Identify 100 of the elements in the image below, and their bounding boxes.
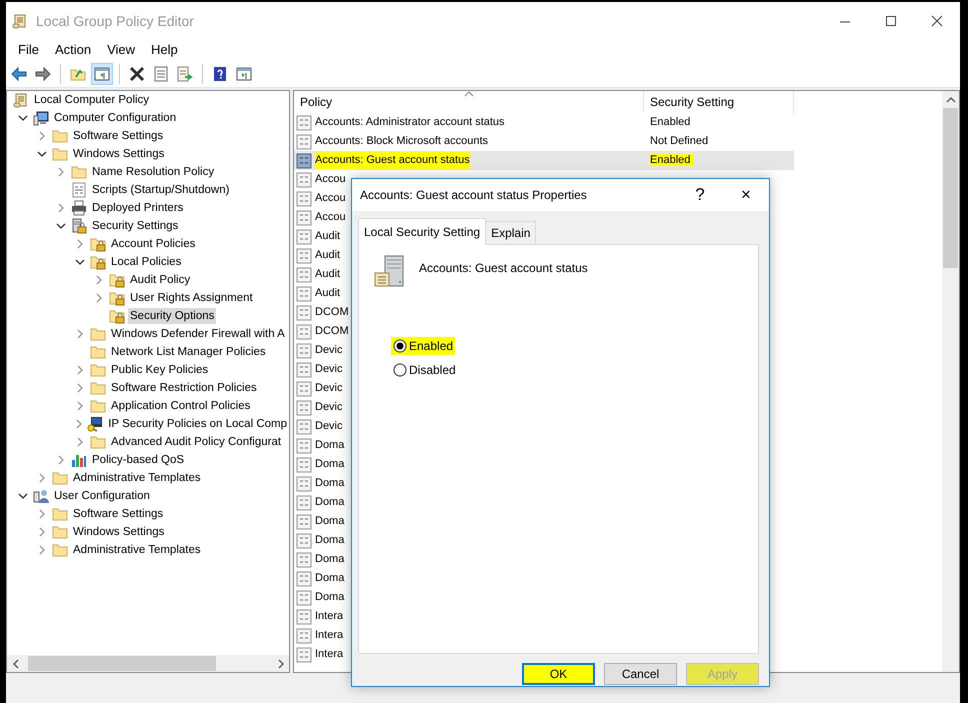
horizontal-scrollbar[interactable] — [7, 655, 289, 672]
policy-name: Intera — [315, 609, 344, 624]
policy-name: Doma — [315, 514, 344, 530]
policy-icon — [296, 152, 312, 168]
column-header[interactable]: Security Setting — [644, 91, 794, 113]
folder-icon — [90, 362, 106, 378]
properties-icon — [153, 66, 169, 82]
tree-item[interactable]: Advanced Audit Policy Configurat — [109, 434, 284, 450]
policy-icon — [296, 628, 312, 644]
policy-icon — [296, 324, 312, 340]
tree-item[interactable]: User Configuration — [52, 488, 152, 504]
show-action-pane-icon — [236, 66, 252, 82]
tree-item[interactable]: Account Policies — [109, 236, 198, 252]
policy-name: Devic — [315, 419, 343, 434]
policy-name: Doma — [315, 476, 344, 492]
tree-item[interactable]: IP Security Policies on Local Comp — [106, 416, 289, 432]
tree-item[interactable]: Windows Settings — [71, 146, 166, 162]
selected-row[interactable]: Accounts: Guest account status Enabled — [294, 151, 794, 170]
security-setting: Enabled — [650, 154, 694, 166]
tree-item[interactable]: Windows Defender Firewall with A — [109, 326, 287, 342]
scroll-left-icon[interactable] — [10, 658, 20, 670]
policy-name: Devic — [315, 381, 343, 396]
folder-lock-icon — [90, 236, 106, 252]
security-setting: Enabled — [650, 116, 692, 128]
tree-item[interactable]: Software Settings — [71, 128, 166, 144]
folder-icon — [90, 344, 106, 360]
delete-icon — [129, 66, 145, 82]
folder-icon — [90, 398, 106, 414]
dialog-button[interactable]: OK — [522, 663, 595, 685]
tree-item[interactable]: Software Settings — [71, 506, 166, 522]
tree-item[interactable]: Name Resolution Policy — [90, 164, 216, 180]
tree-item[interactable]: Policy-based QoS — [90, 452, 186, 468]
policy-name: Audit — [315, 229, 340, 244]
tab[interactable]: Local Security Setting — [358, 218, 486, 245]
folder-icon — [52, 146, 68, 162]
tree-item[interactable]: Local Computer Policy — [32, 92, 152, 108]
toolbar-button[interactable] — [91, 62, 113, 84]
column-header[interactable]: Policy — [294, 91, 644, 113]
policy-icon — [296, 608, 312, 624]
policy-icon — [296, 646, 312, 662]
user-computer-icon — [33, 488, 49, 504]
tree-item[interactable]: Windows Settings — [71, 524, 166, 540]
policy-icon — [296, 190, 312, 206]
radio-option[interactable]: Disabled — [391, 361, 458, 379]
close-icon[interactable] — [930, 14, 944, 28]
tree-item[interactable]: Local Policies — [109, 254, 184, 270]
dialog-title: Accounts: Guest account status Properties — [360, 187, 588, 204]
policy-name: Doma — [315, 495, 344, 510]
policy-icon — [296, 362, 312, 378]
tree-item[interactable]: Public Key Policies — [109, 362, 210, 378]
window-title: Local Group Policy Editor — [36, 12, 194, 31]
help-button[interactable]: ? — [677, 180, 723, 210]
tree-item[interactable]: Computer Configuration — [52, 110, 178, 126]
policy-icon — [296, 210, 312, 226]
tree-item[interactable]: Audit Policy — [128, 272, 192, 288]
policy-name: Doma — [315, 571, 344, 586]
policy-name: Doma — [315, 590, 344, 606]
vertical-scrollbar[interactable] — [942, 91, 959, 672]
help-icon — [212, 66, 228, 82]
tree-item[interactable]: Software Restriction Policies — [109, 380, 259, 396]
scroll-up-icon[interactable] — [944, 94, 956, 104]
folder-icon — [71, 164, 87, 180]
tree-item[interactable]: Network List Manager Policies — [109, 344, 268, 360]
scroll-icon — [12, 13, 28, 29]
tree-item[interactable]: User Rights Assignment — [128, 290, 255, 306]
policy-name: Audit — [315, 286, 340, 302]
tree-item[interactable]: Deployed Printers — [90, 200, 186, 216]
menu-item[interactable]: View — [99, 40, 144, 60]
menu-item[interactable]: File — [10, 40, 47, 60]
show-tree-icon — [94, 66, 110, 82]
policy-name: Accounts: Administrator account status — [315, 115, 505, 130]
folder-icon — [52, 524, 68, 540]
tree-item[interactable]: Scripts (Startup/Shutdown) — [90, 182, 232, 198]
tree-item[interactable]: Administrative Templates — [71, 542, 203, 558]
radio-option[interactable]: Enabled — [391, 337, 456, 355]
menu-item[interactable]: Action — [46, 40, 100, 60]
tree-item[interactable]: Administrative Templates — [71, 470, 203, 486]
policy-name: Audit — [315, 248, 340, 264]
dialog-button[interactable]: Cancel — [604, 663, 677, 685]
policy-name: Accounts: Block Microsoft accounts — [315, 134, 488, 150]
folder-icon — [90, 434, 106, 450]
maximize-icon[interactable] — [884, 14, 898, 28]
folder-icon — [90, 380, 106, 396]
menu-item[interactable]: Help — [143, 40, 186, 60]
folder-lock-icon — [109, 308, 125, 324]
scrollbar-thumb[interactable] — [943, 108, 958, 268]
policy-icon — [296, 532, 312, 548]
policy-name: Doma — [315, 552, 344, 568]
radio-icon — [393, 363, 407, 377]
tree-item[interactable]: Application Control Policies — [109, 398, 252, 414]
tree-item[interactable]: Security Settings — [90, 218, 180, 234]
policy-icon — [296, 438, 312, 454]
back-arrow-icon — [11, 66, 27, 82]
tab[interactable]: Explain — [485, 221, 536, 244]
scrollbar-thumb[interactable] — [28, 656, 216, 671]
tree-item[interactable]: Security Options — [128, 308, 216, 324]
policy-name: Devic — [315, 400, 343, 416]
policy-icon — [296, 286, 312, 302]
scroll-right-icon[interactable] — [276, 658, 286, 670]
close-button[interactable]: × — [723, 180, 769, 210]
